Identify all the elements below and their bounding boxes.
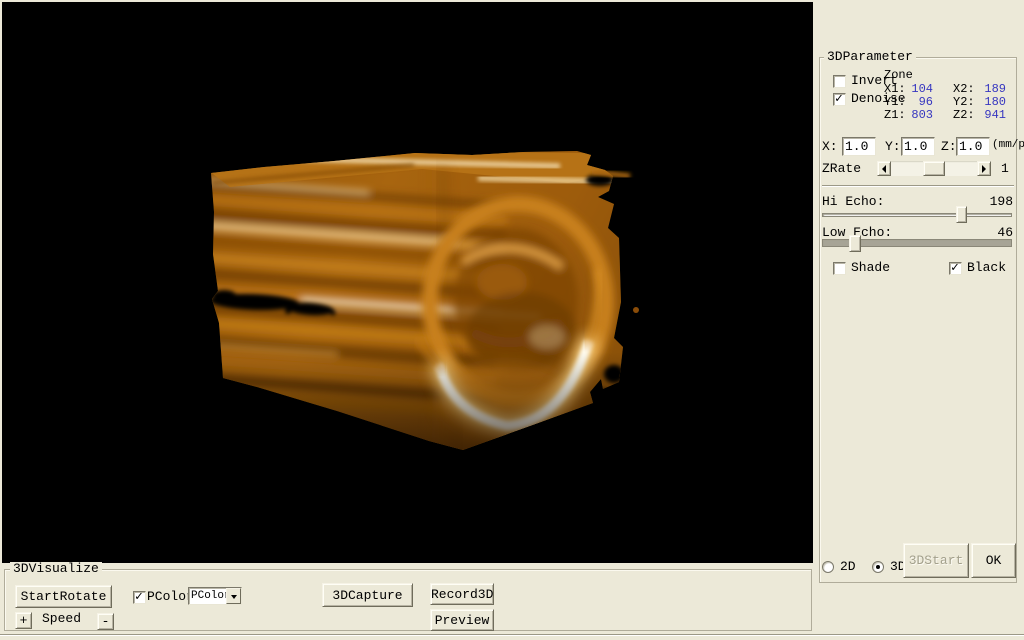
low-echo-slider-thumb[interactable]: [849, 235, 861, 252]
3dcapture-button[interactable]: 3DCapture: [322, 583, 413, 607]
scale-x-label: X:: [822, 140, 838, 153]
hi-echo-label: Hi Echo:: [822, 195, 884, 208]
speed-plus-button[interactable]: +: [15, 612, 32, 629]
low-echo-value: 46: [955, 226, 1013, 239]
arrow-right-icon: [982, 165, 990, 173]
scale-z-label: Z:: [941, 140, 957, 153]
zone-x1-value: 104: [897, 83, 933, 95]
scale-y-input[interactable]: [901, 137, 935, 156]
shade-label: Shade: [851, 261, 890, 274]
zone-x2-value: 189: [968, 83, 1006, 95]
pcolor-dropdown-button[interactable]: [226, 588, 241, 604]
pcolor-label: PColor: [147, 590, 194, 603]
zone-y1-value: 96: [897, 96, 933, 108]
zrate-scroll-left-button[interactable]: [877, 161, 891, 176]
3dstart-button[interactable]: 3DStart: [903, 543, 969, 578]
denoise-checkbox[interactable]: [833, 93, 846, 106]
zone-title: Zone: [884, 69, 913, 81]
zone-y2-value: 180: [968, 96, 1006, 108]
mode-2d-radio[interactable]: [822, 561, 834, 573]
mode-3d-radio[interactable]: [872, 561, 884, 573]
shade-checkbox[interactable]: [833, 262, 846, 275]
scale-z-input[interactable]: [956, 137, 990, 156]
arrow-left-icon: [878, 165, 886, 173]
invert-checkbox[interactable]: [833, 75, 846, 88]
black-checkbox[interactable]: [949, 262, 962, 275]
parameter-groupbox: [819, 57, 1017, 583]
chevron-down-icon: [231, 595, 237, 602]
zrate-value: 1: [1001, 162, 1009, 175]
zone-z1-value: 803: [897, 109, 933, 121]
zrate-label: ZRate: [822, 162, 861, 175]
zrate-scroll-thumb[interactable]: [923, 161, 945, 176]
hi-echo-slider-track[interactable]: [822, 213, 1012, 217]
preview-button[interactable]: Preview: [430, 609, 494, 631]
record3d-button[interactable]: Record3D: [430, 583, 494, 605]
pcolor-checkbox[interactable]: [133, 591, 146, 604]
start-rotate-button[interactable]: StartRotate: [15, 585, 112, 608]
zrate-scroll-right-button[interactable]: [977, 161, 991, 176]
scale-x-input[interactable]: [842, 137, 876, 156]
zrate-scrollbar[interactable]: [877, 161, 991, 176]
render-viewport[interactable]: [2, 2, 813, 563]
ok-button[interactable]: OK: [971, 543, 1016, 578]
pcolor-dropdown[interactable]: PColor: [188, 587, 242, 605]
statusbar-separator: [0, 634, 1024, 636]
hi-echo-slider-thumb[interactable]: [956, 206, 967, 223]
black-label: Black: [967, 261, 1006, 274]
3d-volume-render: [2, 2, 813, 563]
speed-label: Speed: [42, 612, 81, 625]
mode-2d-label: 2D: [840, 560, 856, 573]
pcolor-dropdown-value: PColor: [191, 590, 231, 602]
parameter-groupbox-title: 3DParameter: [824, 50, 916, 63]
scale-unit-label: (mm/p): [992, 140, 1024, 151]
parameter-separator: [822, 185, 1014, 187]
visualize-groupbox-title: 3DVisualize: [10, 562, 102, 575]
scale-y-label: Y:: [885, 140, 901, 153]
zone-z2-value: 941: [968, 109, 1006, 121]
speed-minus-button[interactable]: -: [97, 613, 114, 630]
app-window: { "colors": { "window_background": "#ece…: [0, 0, 1024, 640]
